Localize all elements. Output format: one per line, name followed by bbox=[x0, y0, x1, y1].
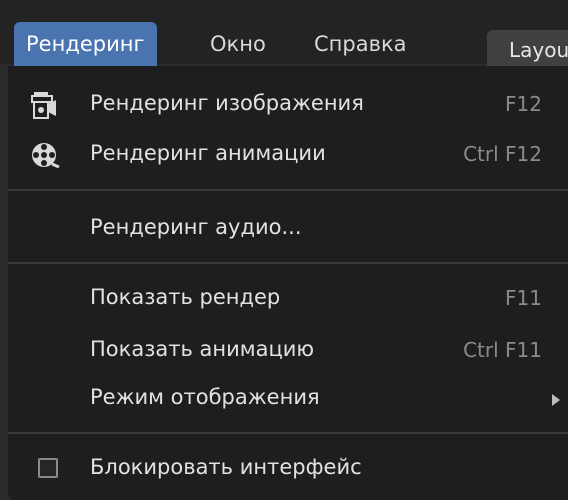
menu-item-render-audio[interactable]: Рендеринг аудио... bbox=[8, 208, 568, 248]
menu-separator bbox=[8, 432, 568, 434]
top-menu-bar: Рендеринг Окно Справка Layout bbox=[0, 0, 568, 70]
menu-item-view-render[interactable]: Показать рендер F11 bbox=[8, 278, 568, 318]
menu-item-label: Рендеринг аудио... bbox=[90, 215, 302, 239]
menu-separator bbox=[8, 189, 568, 191]
menu-item-label: Рендеринг изображения bbox=[90, 91, 364, 115]
menu-item-label: Рендеринг анимации bbox=[90, 141, 326, 165]
submenu-arrow-icon bbox=[552, 394, 560, 406]
menu-render-tab[interactable]: Рендеринг bbox=[14, 22, 157, 66]
menu-item-lock-interface[interactable]: Блокировать интерфейс bbox=[8, 448, 568, 488]
render-dropdown-menu: Рендеринг изображения F12 Рендеринг аним… bbox=[8, 66, 568, 500]
menu-item-render-animation[interactable]: Рендеринг анимации Ctrl F12 bbox=[8, 134, 568, 174]
menu-item-view-animation[interactable]: Показать анимацию Ctrl F11 bbox=[8, 330, 568, 370]
blender-window: Рендеринг Окно Справка Layout Рендеринг … bbox=[0, 0, 568, 500]
menu-item-shortcut: F11 bbox=[505, 286, 542, 310]
menu-item-render-image[interactable]: Рендеринг изображения F12 bbox=[8, 84, 568, 124]
menu-item-shortcut: F12 bbox=[505, 92, 542, 116]
menu-help-tab[interactable]: Справка bbox=[302, 22, 419, 66]
menu-item-label: Режим отображения bbox=[90, 385, 320, 409]
workspace-tab-layout[interactable]: Layout bbox=[487, 30, 568, 70]
menu-item-shortcut: Ctrl F12 bbox=[463, 142, 542, 166]
menu-separator bbox=[8, 262, 568, 264]
menu-window-tab[interactable]: Окно bbox=[198, 22, 278, 66]
menu-item-label: Блокировать интерфейс bbox=[90, 455, 362, 479]
render-image-icon bbox=[28, 88, 62, 122]
menu-item-shortcut: Ctrl F11 bbox=[463, 338, 542, 362]
lock-interface-checkbox[interactable] bbox=[38, 458, 58, 478]
menu-item-display-mode[interactable]: Режим отображения bbox=[8, 378, 568, 418]
render-animation-icon bbox=[28, 138, 62, 172]
menu-item-label: Показать рендер bbox=[90, 285, 281, 309]
menu-item-label: Показать анимацию bbox=[90, 337, 315, 361]
